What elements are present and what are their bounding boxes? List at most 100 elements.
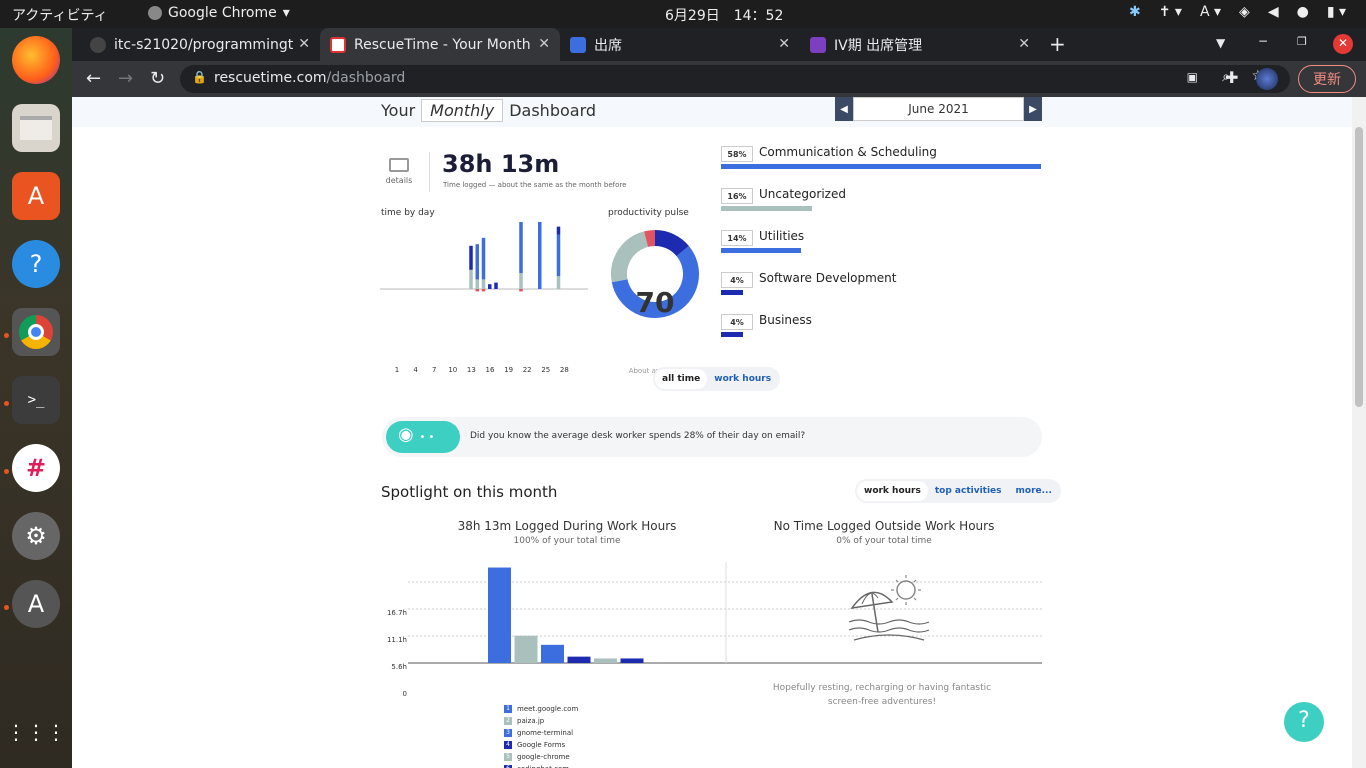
legend-label: gnome-terminal [517, 729, 574, 737]
all-time-toggle[interactable]: all time [655, 369, 708, 389]
day-28-very-productive [556, 234, 561, 277]
minimize-button[interactable]: − [1258, 34, 1268, 48]
day-25-very-productive [538, 222, 542, 289]
day-16-very-productive [481, 237, 486, 280]
settings-icon[interactable]: ⚙ [12, 512, 60, 560]
browser-window: itc-s21020/programmingt ✕ RescueTime - Y… [72, 28, 1366, 768]
spotlight-tabs: work hours top activities more... [855, 479, 1061, 503]
slack-icon[interactable]: # [12, 444, 60, 492]
help-icon[interactable]: ? [12, 240, 60, 288]
details-link[interactable]: details [385, 158, 413, 185]
tab-title: 出席 [594, 37, 622, 54]
y-tick-label: 16.7h [386, 609, 407, 617]
page-scrollbar[interactable] [1352, 97, 1366, 768]
category-percent: 4% [721, 272, 753, 288]
month-select[interactable]: June 2021 [853, 97, 1024, 121]
tab-github[interactable]: itc-s21020/programmingt ✕ [80, 28, 320, 61]
close-tab-icon[interactable]: ✕ [778, 36, 790, 52]
system-tray[interactable]: ✱ ✝ ▾ A ▾ ◈ ◀ ● ▮ ▾ [1129, 4, 1346, 20]
work-hours-toggle[interactable]: work hours [707, 369, 778, 389]
day-28-neutral [556, 276, 561, 289]
day-15-distracting [475, 289, 479, 292]
bar-paiza.jp [514, 635, 538, 663]
pulse-slice-neutral [611, 231, 649, 283]
title-prefix: Your [381, 101, 416, 120]
bar-meet.google.com [488, 567, 511, 663]
day-tick-label: 28 [559, 366, 569, 374]
forward-icon[interactable]: → [118, 68, 133, 89]
update-button[interactable]: 更新 [1298, 65, 1356, 93]
back-icon[interactable]: ← [86, 68, 101, 89]
address-bar[interactable]: 🔒 rescuetime.com/dashboard ▣ ⌕ ☆ [180, 65, 1290, 93]
period-select[interactable]: Monthly [421, 99, 504, 122]
tab-title: itc-s21020/programmingt [114, 36, 294, 53]
tab-more[interactable]: more... [1009, 481, 1059, 501]
browser-toolbar: ← → ↻ 🔒 rescuetime.com/dashboard ▣ ⌕ ☆ ✚… [72, 61, 1366, 97]
app-menu[interactable]: Google Chrome ▾ [148, 5, 290, 21]
day-tick-label: 7 [431, 366, 437, 374]
tab-rescuetime[interactable]: RescueTime - Your Month ✕ [320, 28, 560, 61]
show-apps-icon[interactable]: ⋮⋮⋮ [6, 708, 66, 756]
outside-hours-heading: No Time Logged Outside Work Hours [773, 519, 995, 533]
day-tick-label: 10 [448, 366, 458, 374]
accessibility-icon: ✝ ▾ [1158, 4, 1182, 20]
day-22-very-productive [519, 222, 523, 273]
new-tab-button[interactable]: + [1049, 32, 1066, 56]
close-tab-icon[interactable]: ✕ [538, 36, 550, 52]
day-14-neutral [469, 269, 473, 289]
category-percent: 14% [721, 230, 753, 246]
close-tab-icon[interactable]: ✕ [298, 36, 310, 52]
software-center-icon[interactable]: A [12, 172, 60, 220]
day-17-productive [488, 284, 492, 289]
beach-umbrella-icon [848, 575, 930, 641]
tab-attendance[interactable]: 出席 ✕ [560, 28, 800, 61]
scrollbar-thumb[interactable] [1355, 127, 1363, 407]
mic-icon: ● [1296, 4, 1309, 20]
tab-strip: itc-s21020/programmingt ✕ RescueTime - Y… [72, 28, 1366, 61]
spotlight-title: Spotlight on this month [381, 483, 558, 501]
tab-work-hours[interactable]: work hours [857, 481, 928, 501]
bar-google-chrome [594, 658, 617, 663]
work-hours-heading: 38h 13m Logged During Work Hours [457, 519, 677, 533]
legend-item: 4 Google Forms [504, 741, 565, 749]
extensions-icon[interactable]: ✚ [1225, 68, 1238, 87]
close-window-button[interactable]: ✕ [1333, 34, 1353, 54]
day-tick-label: 4 [413, 366, 418, 374]
category-bar [721, 206, 813, 211]
work-hours-subheading: 100% of your total time [513, 536, 621, 546]
total-time: 38h 13m [442, 150, 560, 178]
maximize-button[interactable]: ❐ [1297, 35, 1307, 48]
page-content: Your Monthly Dashboard ◀ June 2021 ▶ det… [72, 97, 1352, 768]
system-top-bar: アクティビティ Google Chrome ▾ 6月29日 14：52 ✱ ✝ … [0, 0, 1366, 28]
software-updater-icon[interactable]: A [12, 580, 60, 628]
reload-icon[interactable]: ↻ [150, 68, 165, 89]
lock-icon[interactable]: 🔒 [192, 70, 207, 84]
time-by-day-label: time by day [381, 208, 435, 218]
firefox-icon[interactable] [12, 36, 60, 84]
terminal-icon[interactable]: >_ [12, 376, 60, 424]
clock[interactable]: 6月29日 14：52 [665, 5, 783, 25]
legend-item: 5 google-chrome [504, 753, 570, 761]
translate-icon[interactable]: ▣ [1187, 70, 1198, 84]
legend-number: 5 [504, 753, 512, 761]
category-bar [721, 164, 1041, 169]
tab-title: IV期 出席管理 [834, 37, 923, 54]
profile-avatar[interactable] [1256, 68, 1278, 90]
next-month-button[interactable]: ▶ [1024, 97, 1042, 121]
chevron-down-icon: ▾ [282, 5, 290, 21]
chrome-icon[interactable] [12, 308, 60, 356]
pulse-slice-productive [654, 230, 689, 257]
battery-icon: ▮ ▾ [1326, 4, 1346, 20]
day-tick-label: 22 [522, 366, 532, 374]
forms-icon [810, 36, 826, 53]
files-icon[interactable] [12, 104, 60, 152]
prev-month-button[interactable]: ◀ [835, 97, 853, 121]
close-tab-icon[interactable]: ✕ [1018, 36, 1030, 52]
tab-top-activities[interactable]: top activities [928, 481, 1009, 501]
activities-button[interactable]: アクティビティ [12, 5, 108, 25]
day-15-neutral [475, 279, 479, 289]
url-path: /dashboard [326, 70, 406, 86]
tab-attendance-admin[interactable]: IV期 出席管理 ✕ [800, 28, 1040, 61]
tab-search-icon[interactable]: ▼ [1216, 36, 1225, 50]
help-button[interactable]: ? [1284, 702, 1324, 742]
